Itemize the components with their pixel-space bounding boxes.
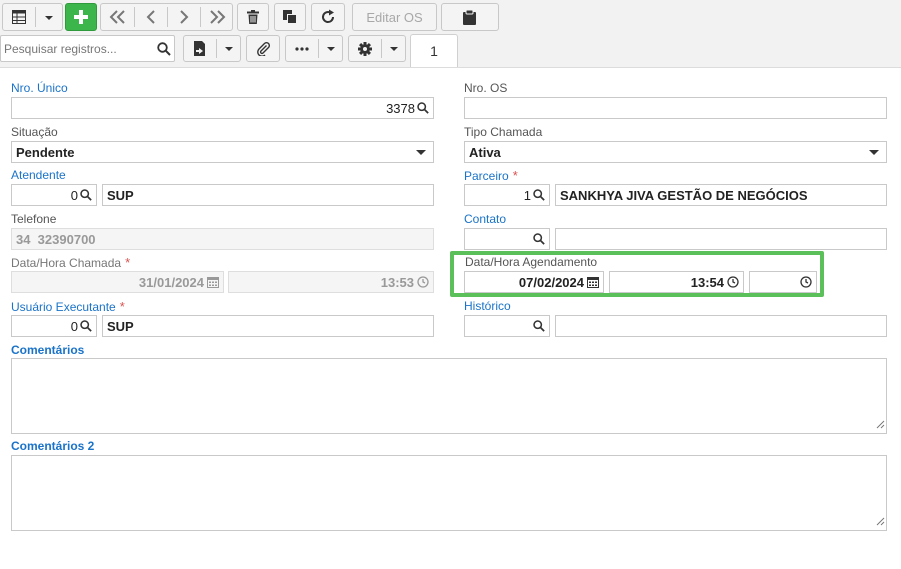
file-export-icon bbox=[194, 41, 207, 56]
previous-record-icon[interactable] bbox=[146, 10, 156, 24]
next-record-icon[interactable] bbox=[179, 10, 189, 24]
export-button[interactable] bbox=[183, 35, 241, 62]
paperclip-icon bbox=[256, 41, 271, 56]
historico-code-field[interactable] bbox=[464, 315, 550, 337]
usuario-executante-label-text: Usuário Executante bbox=[11, 300, 116, 314]
navigation-group bbox=[100, 3, 233, 31]
nro-unico-field[interactable]: 3378 bbox=[11, 97, 434, 119]
search-input[interactable] bbox=[4, 40, 149, 58]
gear-icon bbox=[358, 42, 372, 56]
atendente-name-field[interactable]: SUP bbox=[102, 184, 434, 206]
comentarios-label: Comentários bbox=[11, 343, 85, 357]
atendente-code-field[interactable]: 0 bbox=[11, 184, 97, 206]
clipboard-button[interactable] bbox=[441, 3, 499, 31]
situacao-label: Situação bbox=[11, 125, 58, 139]
chevron-down-icon bbox=[327, 47, 335, 51]
grid-view-button[interactable] bbox=[2, 3, 63, 31]
telefone-value: 34 32390700 bbox=[16, 231, 96, 247]
comentarios-textarea[interactable] bbox=[11, 358, 887, 434]
usuario-executante-code: 0 bbox=[70, 318, 78, 334]
calendar-icon bbox=[207, 276, 219, 288]
situacao-select[interactable]: Pendente bbox=[11, 141, 434, 163]
contato-name-field[interactable] bbox=[555, 228, 887, 250]
chevron-down-icon bbox=[416, 150, 426, 155]
ellipsis-icon bbox=[295, 47, 309, 51]
search-icon[interactable] bbox=[80, 189, 92, 201]
parceiro-code: 1 bbox=[523, 187, 531, 203]
atendente-name: SUP bbox=[107, 187, 134, 203]
attach-button[interactable] bbox=[246, 35, 280, 62]
contato-label[interactable]: Contato bbox=[464, 212, 506, 226]
search-icon[interactable] bbox=[157, 42, 171, 59]
chevron-down-icon bbox=[869, 150, 879, 155]
add-button[interactable] bbox=[65, 3, 97, 31]
refresh-button[interactable] bbox=[311, 3, 345, 31]
telefone-label: Telefone bbox=[11, 212, 57, 226]
hora-chamada-value: 13:53 bbox=[380, 274, 414, 290]
tipo-chamada-value: Ativa bbox=[469, 144, 501, 160]
trash-icon bbox=[247, 10, 259, 24]
chevron-down-icon bbox=[390, 47, 398, 51]
required-marker: * bbox=[119, 299, 125, 314]
data-hora-chamada-label: Data/Hora Chamada * bbox=[11, 255, 130, 270]
usuario-executante-code-field[interactable]: 0 bbox=[11, 315, 97, 337]
data-hora-chamada-label-text: Data/Hora Chamada bbox=[11, 256, 122, 270]
parceiro-label-text: Parceiro bbox=[464, 169, 509, 183]
resize-grip-icon[interactable] bbox=[876, 418, 885, 432]
duplicate-button[interactable] bbox=[274, 3, 306, 31]
usuario-executante-label[interactable]: Usuário Executante * bbox=[11, 299, 125, 314]
parceiro-code-field[interactable]: 1 bbox=[464, 184, 550, 206]
atendente-label[interactable]: Atendente bbox=[11, 168, 66, 182]
search-icon[interactable] bbox=[533, 189, 545, 201]
clock-icon bbox=[417, 276, 429, 288]
search-icon[interactable] bbox=[533, 233, 545, 245]
edit-os-label: Editar OS bbox=[366, 9, 423, 25]
nro-os-field[interactable] bbox=[464, 97, 887, 119]
resize-grip-icon[interactable] bbox=[876, 515, 885, 529]
clipboard-icon bbox=[463, 9, 477, 25]
hora-chamada-field: 13:53 bbox=[228, 271, 434, 293]
comentarios2-label: Comentários 2 bbox=[11, 439, 95, 453]
agendamento-highlight bbox=[450, 251, 824, 297]
first-record-icon[interactable] bbox=[109, 10, 127, 24]
copy-icon bbox=[283, 10, 297, 24]
table-icon bbox=[12, 10, 26, 24]
contato-code-field[interactable] bbox=[464, 228, 550, 250]
search-icon[interactable] bbox=[417, 102, 429, 114]
telefone-field: 34 32390700 bbox=[11, 228, 434, 250]
parceiro-label[interactable]: Parceiro * bbox=[464, 168, 518, 183]
tipo-chamada-select[interactable]: Ativa bbox=[464, 141, 887, 163]
chevron-down-icon bbox=[225, 47, 233, 51]
nro-unico-label[interactable]: Nro. Único bbox=[11, 81, 68, 95]
page-number: 1 bbox=[430, 43, 438, 59]
required-marker: * bbox=[512, 168, 518, 183]
nro-unico-value: 3378 bbox=[386, 100, 415, 116]
plus-icon bbox=[73, 9, 89, 25]
data-chamada-field: 31/01/2024 bbox=[11, 271, 224, 293]
historico-label[interactable]: Histórico bbox=[464, 299, 511, 313]
chevron-down-icon bbox=[45, 16, 53, 20]
comentarios2-textarea[interactable] bbox=[11, 455, 887, 531]
parceiro-name: SANKHYA JIVA GESTÃO DE NEGÓCIOS bbox=[560, 187, 808, 203]
more-options-button[interactable] bbox=[285, 35, 343, 62]
data-chamada-value: 31/01/2024 bbox=[138, 274, 204, 290]
settings-button[interactable] bbox=[348, 35, 406, 62]
usuario-executante-name-field[interactable]: SUP bbox=[102, 315, 434, 337]
nro-os-label: Nro. OS bbox=[464, 81, 508, 95]
usuario-executante-name: SUP bbox=[107, 318, 134, 334]
search-icon[interactable] bbox=[533, 320, 545, 332]
page-number-tab[interactable]: 1 bbox=[410, 34, 458, 67]
delete-button[interactable] bbox=[237, 3, 269, 31]
tipo-chamada-label: Tipo Chamada bbox=[464, 125, 543, 139]
refresh-icon bbox=[320, 9, 336, 25]
atendente-code: 0 bbox=[70, 187, 78, 203]
edit-os-button[interactable]: Editar OS bbox=[352, 3, 437, 31]
search-icon[interactable] bbox=[80, 320, 92, 332]
required-marker: * bbox=[125, 255, 131, 270]
historico-name-field[interactable] bbox=[555, 315, 887, 337]
situacao-value: Pendente bbox=[16, 144, 75, 160]
search-box bbox=[0, 35, 175, 62]
parceiro-name-field[interactable]: SANKHYA JIVA GESTÃO DE NEGÓCIOS bbox=[555, 184, 887, 206]
last-record-icon[interactable] bbox=[208, 10, 226, 24]
